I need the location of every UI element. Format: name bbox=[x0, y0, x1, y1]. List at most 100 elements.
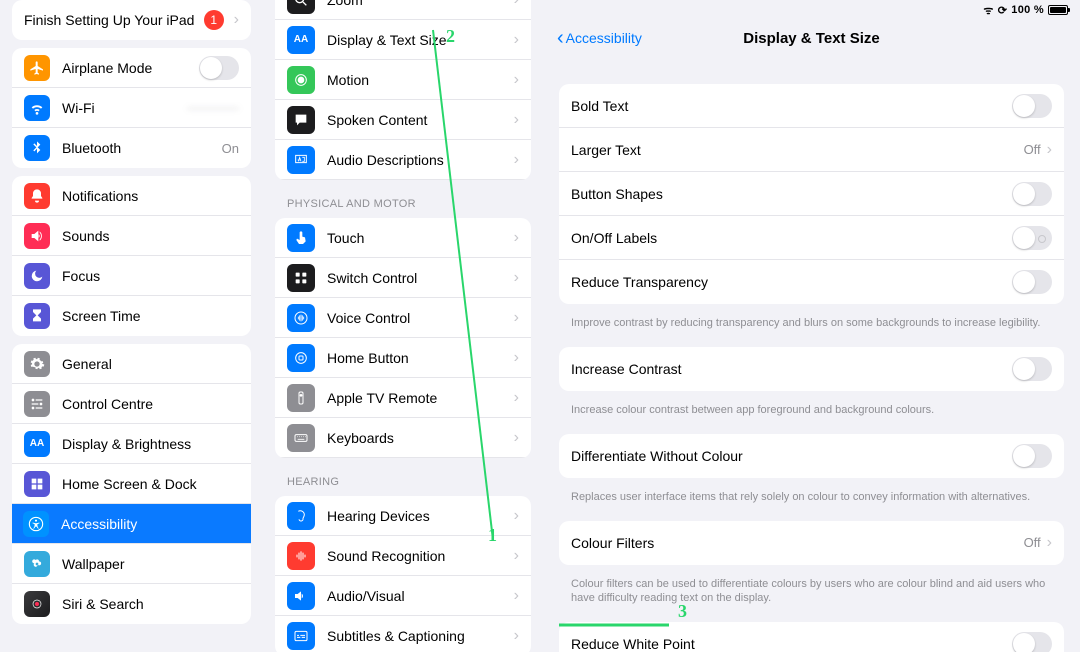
row-audio-visual[interactable]: Audio/Visual › bbox=[275, 576, 531, 616]
nav-bar: ‹Accessibility Display & Text Size bbox=[543, 20, 1080, 56]
row-keyboards[interactable]: Keyboards› bbox=[275, 418, 531, 458]
row-bold-text[interactable]: Bold Text bbox=[559, 84, 1064, 128]
chevron-right-icon: › bbox=[234, 11, 239, 29]
wifi-icon bbox=[24, 95, 50, 121]
row-siri[interactable]: Siri & Search bbox=[12, 584, 251, 624]
audio-desc-label: Audio Descriptions bbox=[327, 152, 508, 168]
chevron-right-icon: › bbox=[514, 151, 519, 169]
appletv-remote-icon bbox=[287, 384, 315, 412]
chevron-right-icon: › bbox=[514, 309, 519, 327]
row-zoom[interactable]: Zoom › bbox=[275, 0, 531, 20]
row-general[interactable]: General bbox=[12, 344, 251, 384]
row-diff-without-colour[interactable]: Differentiate Without Colour bbox=[559, 434, 1064, 478]
soundwave-icon bbox=[287, 542, 315, 570]
row-onoff-labels[interactable]: On/Off Labels bbox=[559, 216, 1064, 260]
voice-control-icon bbox=[287, 304, 315, 332]
row-control-centre[interactable]: Control Centre bbox=[12, 384, 251, 424]
row-reduce-transparency[interactable]: Reduce Transparency bbox=[559, 260, 1064, 304]
chevron-right-icon: › bbox=[514, 0, 519, 9]
switch-control-label: Switch Control bbox=[327, 270, 508, 286]
row-focus[interactable]: Focus bbox=[12, 256, 251, 296]
row-wifi[interactable]: Wi-Fi ———— bbox=[12, 88, 251, 128]
chevron-right-icon: › bbox=[514, 71, 519, 89]
sounds-label: Sounds bbox=[62, 228, 239, 244]
keyboards-label: Keyboards bbox=[327, 430, 508, 446]
button-shapes-label: Button Shapes bbox=[571, 186, 1012, 202]
row-finish-setup[interactable]: Finish Setting Up Your iPad 1 › bbox=[12, 0, 251, 40]
row-notifications[interactable]: Notifications bbox=[12, 176, 251, 216]
bluetooth-value: On bbox=[222, 141, 239, 156]
row-switch-control[interactable]: Switch Control› bbox=[275, 258, 531, 298]
airplane-icon bbox=[24, 55, 50, 81]
row-colour-filters[interactable]: Colour FiltersOff› bbox=[559, 521, 1064, 565]
colour-filters-label: Colour Filters bbox=[571, 535, 1024, 551]
row-motion[interactable]: Motion› bbox=[275, 60, 531, 100]
row-accessibility[interactable]: Accessibility bbox=[12, 504, 251, 544]
chevron-right-icon: › bbox=[514, 547, 519, 565]
row-voice-control[interactable]: Voice Control› bbox=[275, 298, 531, 338]
zoom-label: Zoom bbox=[327, 0, 508, 8]
diff-without-colour-toggle[interactable] bbox=[1012, 444, 1052, 468]
row-appletv-remote[interactable]: Apple TV Remote› bbox=[275, 378, 531, 418]
settings-sidebar-left: Finish Setting Up Your iPad 1 › Airplane… bbox=[0, 0, 263, 652]
increase-contrast-toggle[interactable] bbox=[1012, 357, 1052, 381]
onoff-labels-label: On/Off Labels bbox=[571, 230, 1012, 246]
onoff-labels-toggle[interactable] bbox=[1012, 226, 1052, 250]
switch-control-icon bbox=[287, 264, 315, 292]
flower-icon bbox=[24, 551, 50, 577]
chevron-right-icon: › bbox=[514, 31, 519, 49]
row-wallpaper[interactable]: Wallpaper bbox=[12, 544, 251, 584]
chevron-right-icon: › bbox=[514, 389, 519, 407]
reduce-transparency-toggle[interactable] bbox=[1012, 270, 1052, 294]
footnote-contrast: Increase colour contrast between app for… bbox=[543, 399, 1080, 426]
hearing-devices-label: Hearing Devices bbox=[327, 508, 508, 524]
row-button-shapes[interactable]: Button Shapes bbox=[559, 172, 1064, 216]
row-screentime[interactable]: Screen Time bbox=[12, 296, 251, 336]
audio-visual-label: Audio/Visual bbox=[327, 588, 508, 604]
button-shapes-toggle[interactable] bbox=[1012, 182, 1052, 206]
bold-text-label: Bold Text bbox=[571, 98, 1012, 114]
row-display-brightness[interactable]: AADisplay & Brightness bbox=[12, 424, 251, 464]
subtitles-icon bbox=[287, 622, 315, 650]
accessibility-submenu: Zoom › AADisplay & Text Size› Motion› Spo… bbox=[263, 0, 543, 652]
screentime-label: Screen Time bbox=[62, 308, 239, 324]
row-spoken-content[interactable]: Spoken Content› bbox=[275, 100, 531, 140]
row-home-button[interactable]: Home Button› bbox=[275, 338, 531, 378]
row-increase-contrast[interactable]: Increase Contrast bbox=[559, 347, 1064, 391]
chevron-right-icon: › bbox=[514, 507, 519, 525]
row-home-screen[interactable]: Home Screen & Dock bbox=[12, 464, 251, 504]
zoom-icon bbox=[287, 0, 315, 14]
row-larger-text[interactable]: Larger TextOff› bbox=[559, 128, 1064, 172]
bold-text-toggle[interactable] bbox=[1012, 94, 1052, 118]
row-touch[interactable]: Touch › bbox=[275, 218, 531, 258]
touch-label: Touch bbox=[327, 230, 508, 246]
reduce-white-point-toggle[interactable] bbox=[1012, 632, 1052, 652]
row-reduce-white-point[interactable]: Reduce White Point bbox=[559, 622, 1064, 652]
subtitles-label: Subtitles & Captioning bbox=[327, 628, 508, 644]
annotation-2: 2 bbox=[446, 26, 455, 47]
airplane-toggle[interactable] bbox=[199, 56, 239, 80]
chevron-right-icon: › bbox=[514, 587, 519, 605]
control-centre-label: Control Centre bbox=[62, 396, 239, 412]
general-label: General bbox=[62, 356, 239, 372]
row-display-text-size[interactable]: AADisplay & Text Size› bbox=[275, 20, 531, 60]
speaker-icon bbox=[24, 223, 50, 249]
chevron-right-icon: › bbox=[514, 229, 519, 247]
status-bar: ᯤ ⟳ 100 % bbox=[543, 0, 1080, 20]
back-label: Accessibility bbox=[566, 30, 642, 46]
wifi-value: ———— bbox=[187, 100, 239, 115]
moon-icon bbox=[24, 263, 50, 289]
row-audio-descriptions[interactable]: Audio Descriptions › bbox=[275, 140, 531, 180]
orientation-lock-icon: ⟳ bbox=[998, 4, 1008, 17]
increase-contrast-label: Increase Contrast bbox=[571, 361, 1012, 377]
row-sounds[interactable]: Sounds bbox=[12, 216, 251, 256]
row-bluetooth[interactable]: Bluetooth On bbox=[12, 128, 251, 168]
row-subtitles[interactable]: Subtitles & Captioning› bbox=[275, 616, 531, 652]
sound-recognition-label: Sound Recognition bbox=[327, 548, 508, 564]
textsize-aa-icon: AA bbox=[287, 26, 315, 54]
spoken-content-label: Spoken Content bbox=[327, 112, 508, 128]
keyboard-icon bbox=[287, 424, 315, 452]
row-airplane-mode[interactable]: Airplane Mode bbox=[12, 48, 251, 88]
notifications-label: Notifications bbox=[62, 188, 239, 204]
back-button[interactable]: ‹Accessibility bbox=[557, 27, 642, 50]
